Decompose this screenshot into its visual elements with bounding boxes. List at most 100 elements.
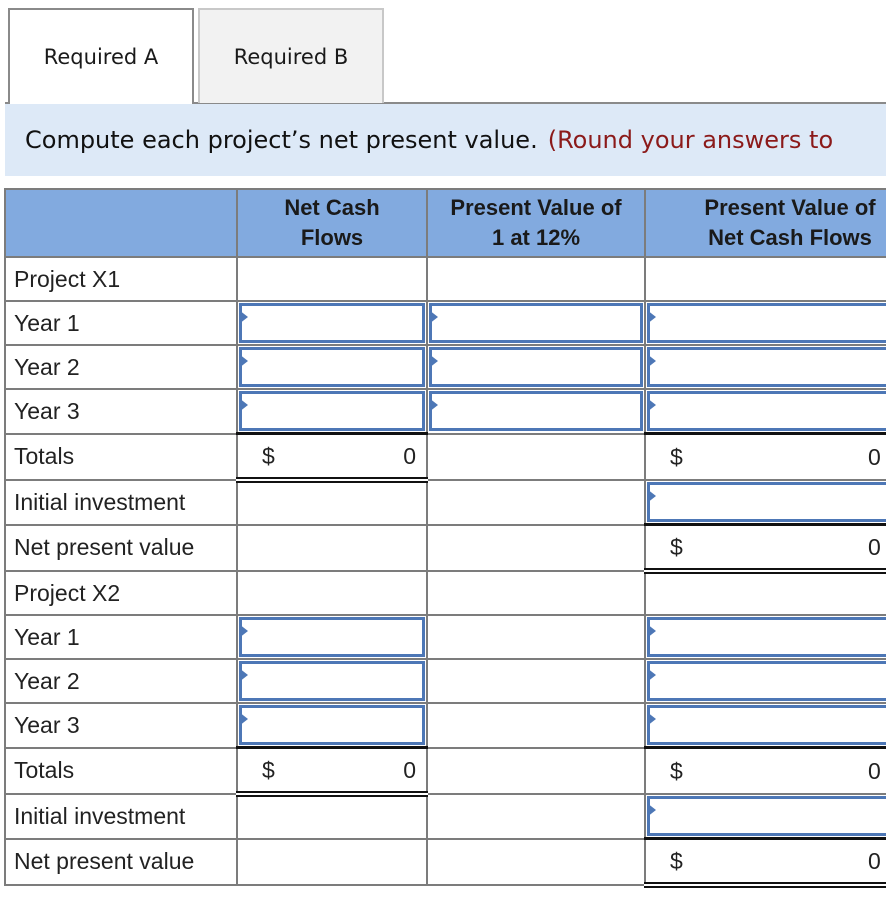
header-text: Flows bbox=[300, 225, 364, 250]
x1-year1-pv-net-input[interactable] bbox=[647, 303, 886, 343]
empty-cell bbox=[426, 479, 646, 526]
row-label: Year 3 bbox=[4, 702, 238, 749]
table-row-x2-year-1: Year 1 bbox=[4, 614, 886, 660]
empty-cell bbox=[426, 658, 646, 704]
section-row-project-x2: Project X2 bbox=[4, 570, 886, 616]
amount: 0 bbox=[868, 443, 881, 470]
row-label: Net present value bbox=[4, 523, 238, 572]
header-text: Net Cash bbox=[284, 195, 380, 220]
empty-cell bbox=[236, 523, 428, 572]
row-label: Project X2 bbox=[4, 570, 238, 616]
row-label: Year 1 bbox=[4, 614, 238, 660]
row-label: Project X1 bbox=[4, 256, 238, 302]
empty-cell bbox=[236, 256, 428, 302]
empty-cell bbox=[426, 570, 646, 616]
x1-net-cash-flows-total: $0 bbox=[238, 435, 426, 477]
x2-year3-net-cash-flow-input[interactable] bbox=[239, 705, 425, 745]
empty-cell bbox=[426, 837, 646, 886]
currency-symbol: $ bbox=[670, 533, 683, 560]
header-text: Present Value of bbox=[704, 195, 876, 220]
tab-bar: Required A Required B bbox=[0, 0, 886, 104]
empty-cell bbox=[426, 614, 646, 660]
row-label: Year 2 bbox=[4, 658, 238, 704]
table-row-x1-initial-investment: Initial investment bbox=[4, 479, 886, 526]
x1-pv-net-total: $0 bbox=[646, 436, 886, 478]
amount: 0 bbox=[868, 757, 881, 784]
row-label: Net present value bbox=[4, 837, 238, 886]
row-label: Initial investment bbox=[4, 479, 238, 526]
empty-cell bbox=[236, 479, 428, 526]
empty-cell bbox=[426, 702, 646, 749]
table-row-x1-totals: Totals $0 $0 bbox=[4, 432, 886, 483]
x1-year1-pv-factor-input[interactable] bbox=[429, 303, 643, 343]
instruction-text: Compute each project’s net present value… bbox=[25, 126, 538, 154]
x1-year3-pv-net-input[interactable] bbox=[647, 391, 886, 431]
rounding-note: (Round your answers to bbox=[547, 126, 834, 154]
table-row-x2-initial-investment: Initial investment bbox=[4, 793, 886, 840]
currency-symbol: $ bbox=[670, 847, 683, 874]
empty-cell bbox=[426, 432, 646, 481]
empty-cell bbox=[426, 793, 646, 840]
empty-cell bbox=[236, 793, 428, 840]
header-row: Net Cash Flows Present Value of 1 at 12%… bbox=[4, 188, 886, 258]
header-text: Present Value of bbox=[450, 195, 622, 220]
header-net-cash-flows: Net Cash Flows bbox=[236, 188, 428, 258]
currency-symbol: $ bbox=[262, 442, 275, 469]
header-text: Net Cash Flows bbox=[708, 225, 872, 250]
x1-year2-pv-factor-input[interactable] bbox=[429, 347, 643, 387]
x1-initial-investment-input[interactable] bbox=[647, 482, 886, 522]
x1-year1-net-cash-flow-input[interactable] bbox=[239, 303, 425, 343]
row-label: Totals bbox=[4, 432, 238, 481]
table-row-x1-net-present-value: Net present value $0 bbox=[4, 523, 886, 574]
x1-year3-net-cash-flow-input[interactable] bbox=[239, 391, 425, 431]
table-row-x1-year-1: Year 1 bbox=[4, 300, 886, 346]
empty-cell bbox=[236, 837, 428, 886]
table-row-x2-year-3: Year 3 bbox=[4, 702, 886, 749]
empty-cell bbox=[236, 570, 428, 616]
row-label: Year 3 bbox=[4, 388, 238, 435]
x1-year3-pv-factor-input[interactable] bbox=[429, 391, 643, 432]
amount: 0 bbox=[403, 756, 416, 783]
row-label: Year 1 bbox=[4, 300, 238, 346]
currency-symbol: $ bbox=[670, 757, 683, 784]
section-row-project-x1: Project X1 bbox=[4, 256, 886, 302]
empty-cell bbox=[426, 256, 646, 302]
x2-year1-pv-net-input[interactable] bbox=[647, 617, 886, 657]
header-label bbox=[4, 188, 238, 258]
currency-symbol: $ bbox=[670, 443, 683, 470]
table-row-x2-year-2: Year 2 bbox=[4, 658, 886, 704]
header-text: 1 at 12% bbox=[491, 225, 581, 250]
empty-cell bbox=[426, 746, 646, 795]
x2-year2-net-cash-flow-input[interactable] bbox=[239, 661, 425, 701]
header-pv-factor: Present Value of 1 at 12% bbox=[426, 188, 646, 258]
row-label: Year 2 bbox=[4, 344, 238, 390]
npv-table: Net Cash Flows Present Value of 1 at 12%… bbox=[4, 188, 886, 888]
header-pv-net-cash-flows: Present Value of Net Cash Flows bbox=[644, 188, 886, 258]
x2-pv-net-total: $0 bbox=[646, 750, 886, 792]
x2-year3-pv-net-input[interactable] bbox=[647, 705, 886, 745]
instruction-banner: Compute each project’s net present value… bbox=[5, 104, 886, 176]
x1-year2-net-cash-flow-input[interactable] bbox=[239, 347, 425, 387]
x2-year2-pv-net-input[interactable] bbox=[647, 661, 886, 701]
table-row-x2-totals: Totals $0 $0 bbox=[4, 746, 886, 797]
empty-cell bbox=[426, 523, 646, 572]
x2-year1-net-cash-flow-input[interactable] bbox=[239, 617, 425, 657]
tab-required-a[interactable]: Required A bbox=[8, 8, 194, 104]
amount: 0 bbox=[868, 847, 881, 874]
x1-year2-pv-net-input[interactable] bbox=[647, 347, 886, 387]
table-row-x2-net-present-value: Net present value $0 bbox=[4, 837, 886, 888]
x2-initial-investment-input[interactable] bbox=[647, 796, 886, 836]
x2-net-cash-flows-total: $0 bbox=[238, 749, 426, 791]
currency-symbol: $ bbox=[262, 756, 275, 783]
empty-cell bbox=[644, 256, 886, 302]
tab-required-b[interactable]: Required B bbox=[198, 8, 384, 103]
amount: 0 bbox=[403, 442, 416, 469]
row-label: Initial investment bbox=[4, 793, 238, 840]
amount: 0 bbox=[868, 533, 881, 560]
x1-net-present-value: $0 bbox=[646, 526, 886, 568]
empty-cell bbox=[644, 570, 886, 616]
row-label: Totals bbox=[4, 746, 238, 795]
table-row-x1-year-3: Year 3 bbox=[4, 388, 886, 435]
x2-net-present-value: $0 bbox=[646, 840, 886, 882]
table-row-x1-year-2: Year 2 bbox=[4, 344, 886, 390]
